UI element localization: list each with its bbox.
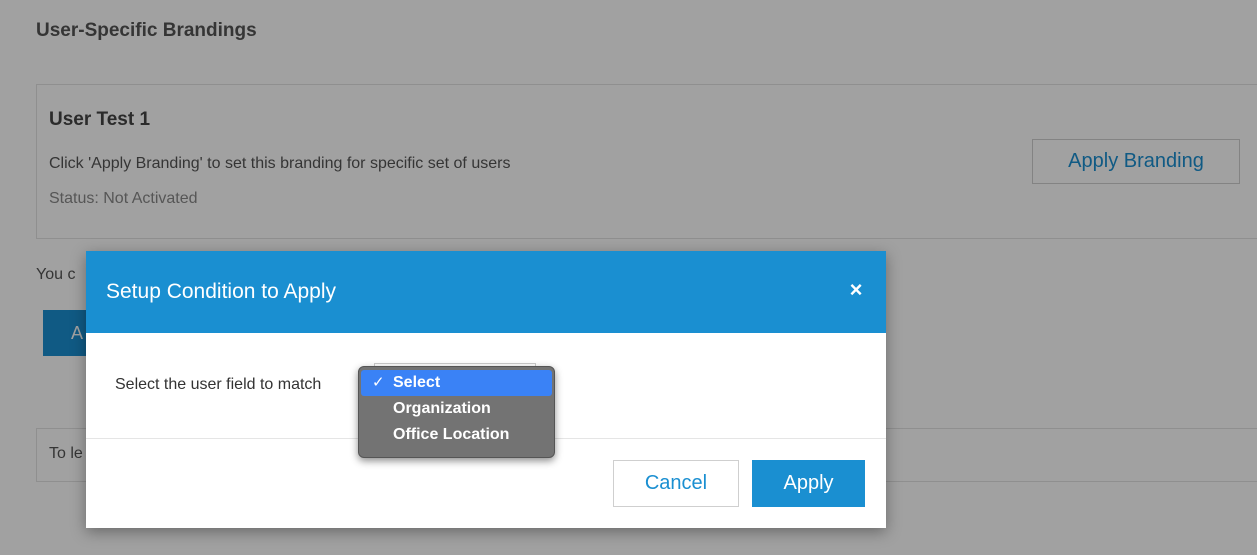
modal-title: Setup Condition to Apply <box>106 280 336 303</box>
checkmark-icon: ✓ <box>372 374 385 391</box>
dropdown-option-select[interactable]: ✓ Select <box>361 370 552 396</box>
dropdown-option-label: Select <box>393 374 441 391</box>
dropdown-option-label: Office Location <box>393 426 510 443</box>
cancel-button[interactable]: Cancel <box>613 460 739 507</box>
user-field-dropdown: ✓ Select Organization Office Location <box>358 366 555 458</box>
setup-condition-modal: Setup Condition to Apply × Select the us… <box>86 251 886 528</box>
dropdown-option-organization[interactable]: Organization <box>361 396 552 422</box>
apply-button[interactable]: Apply <box>752 460 865 507</box>
dropdown-option-office-location[interactable]: Office Location <box>361 422 552 448</box>
modal-header: Setup Condition to Apply × <box>86 251 886 333</box>
close-icon[interactable]: × <box>844 278 868 302</box>
dropdown-option-label: Organization <box>393 400 491 417</box>
user-field-label: Select the user field to match <box>115 376 322 393</box>
